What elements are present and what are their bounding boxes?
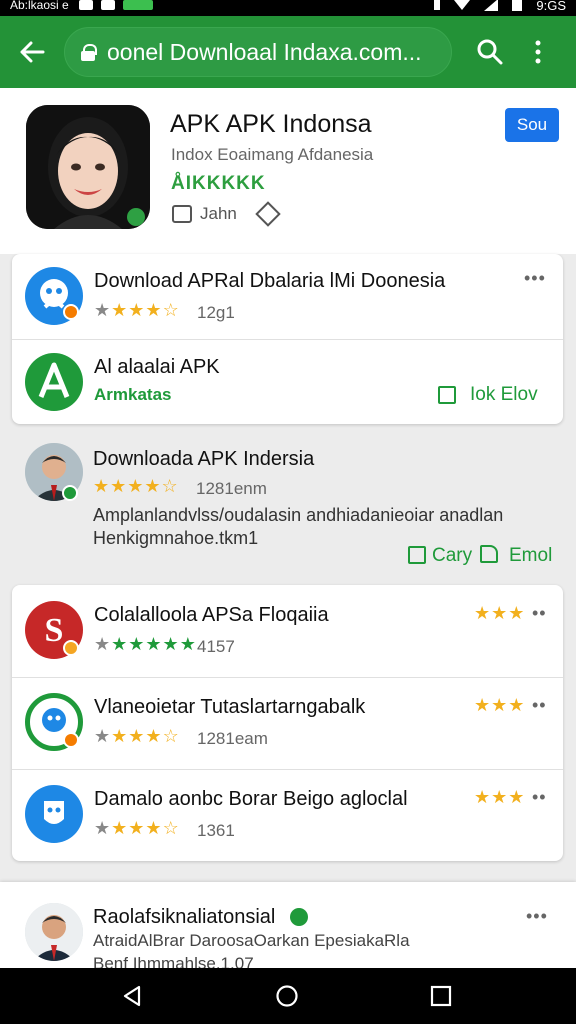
signal-icon (484, 0, 499, 11)
list-item[interactable]: Al alaalai APK Armkatas Iok Elov (12, 339, 563, 424)
list-item[interactable]: Damalo aonbc Borar Beigo agloclal ★★★★☆ … (12, 769, 563, 861)
item-title: Download APRal Dbalaria lMi Doonesia (94, 270, 446, 292)
notification-icon (100, 0, 115, 10)
list-card: Download APRal Dbalaria lMi Doonesia ★★★… (12, 254, 563, 424)
item-description: AtraidAlBrar DaroosaOarkan EpesiakaRla (93, 931, 410, 950)
svg-text:S: S (45, 612, 64, 649)
item-title: Colalalloola APSa Floqaiia (94, 604, 329, 626)
url-bar[interactable]: oonel Downloaal Indaxa.com... (64, 27, 452, 77)
vibrate-icon (434, 0, 441, 10)
notification-icons (78, 0, 153, 10)
bottom-item[interactable]: Raolafsiknaliatonsial AtraidAlBrar Daroo… (0, 882, 576, 968)
app-meta: Jahn (172, 201, 281, 227)
star-rating: ★★★★☆ (94, 818, 180, 838)
mini-rating: ★★★ (474, 603, 526, 623)
avatar (25, 903, 83, 961)
verified-icon (290, 908, 308, 926)
app-rating: ÅIKKKKK (171, 173, 266, 194)
rating-count: 1361 (197, 821, 235, 840)
lock-icon (81, 44, 97, 61)
home-nav-icon[interactable] (257, 968, 317, 1024)
tag-icon (255, 201, 281, 227)
search-icon[interactable] (460, 16, 520, 88)
calendar-icon (172, 205, 192, 223)
system-nav-bar (0, 968, 576, 1024)
carrier-label: Ab:lkaosi e (10, 0, 69, 12)
battery-icon (512, 0, 523, 11)
item-title: Al alaalai APK (94, 356, 220, 378)
item-title: Damalo aonbc Borar Beigo agloclal (94, 788, 408, 810)
item-description: Amplanlandvlss/oudalasin andhiadanieoiar… (93, 504, 503, 550)
app-header: APK APK Indonsa Indox Eoaimang Afdanesia… (0, 88, 576, 254)
copy-action[interactable]: Cary (432, 545, 472, 567)
list-item[interactable]: S Colalalloola APSa Floqaiia ★★★★★★ 4157… (12, 585, 563, 677)
more-vert-icon[interactable] (520, 16, 556, 88)
star-rating: ★★★★★★ (94, 634, 197, 654)
clock: 9:GS (536, 0, 566, 13)
more-options-icon[interactable]: ••• (526, 906, 548, 927)
item-subtitle: Armkatas (94, 385, 172, 404)
rating-count: 12g1 (197, 303, 235, 322)
description-line: Amplanlandvlss/oudalasin andhiadanieoiar… (93, 505, 504, 525)
more-options-icon[interactable]: •• (532, 787, 547, 808)
verified-badge (63, 732, 79, 748)
app-bar: oonel Downloaal Indaxa.com... (0, 16, 576, 88)
app-list-icon (25, 785, 83, 843)
more-options-icon[interactable]: •• (532, 695, 547, 716)
back-arrow-icon[interactable] (0, 16, 64, 88)
app-icon[interactable] (26, 105, 150, 229)
mini-rating: ★★★ (474, 787, 526, 807)
url-text: oonel Downloaal Indaxa.com... (107, 38, 422, 65)
back-nav-icon[interactable] (102, 968, 162, 1024)
item-description: Benf Ihmmahlse.1.07 (93, 954, 254, 968)
header-button[interactable]: Sou (505, 108, 559, 142)
star-rating: ★★★★☆ (93, 476, 179, 496)
app-notification-icon (122, 0, 153, 10)
verified-badge (63, 304, 79, 320)
item-title: Vlaneoietar Tutaslartarngabalk (94, 696, 366, 718)
verified-badge (63, 640, 79, 656)
star-rating: ★★★★☆ (94, 726, 180, 746)
more-options-icon[interactable]: •• (532, 603, 547, 624)
meta-label: Jahn (200, 204, 237, 223)
divider (12, 339, 563, 340)
rating-count: 1281enm (196, 479, 267, 498)
rating-count: 4157 (197, 637, 235, 656)
action-label[interactable]: Iok Elov (470, 384, 538, 406)
notification-icon (78, 0, 93, 10)
rating-count: 1281eam (197, 729, 268, 748)
verified-badge (62, 485, 78, 501)
more-options-icon[interactable]: ••• (524, 268, 546, 289)
star-rating: ★★★★☆ (94, 300, 180, 320)
folder-icon[interactable] (438, 386, 456, 404)
mini-rating: ★★★ (474, 695, 526, 715)
app-list-icon (25, 353, 83, 411)
list-card: S Colalalloola APSa Floqaiia ★★★★★★ 4157… (12, 585, 563, 861)
copy-icon[interactable] (408, 546, 426, 564)
app-subtitle: Indox Eoaimang Afdanesia (171, 145, 374, 164)
status-bar: Ab:lkaosi e 9:GS (0, 0, 576, 16)
item-title: Downloada APK Indersia (93, 448, 315, 470)
app-title: APK APK Indonsa (170, 110, 372, 138)
email-action[interactable]: Emol (509, 545, 552, 567)
item-title: Raolafsiknaliatonsial (93, 906, 276, 928)
featured-item[interactable]: Downloada APK Indersia ★★★★☆ 1281enm Amp… (0, 432, 576, 582)
wifi-icon (454, 0, 471, 10)
recents-nav-icon[interactable] (411, 968, 471, 1024)
list-item[interactable]: Download APRal Dbalaria lMi Doonesia ★★★… (12, 254, 563, 339)
list-item[interactable]: Vlaneoietar Tutaslartarngabalk ★★★★☆ 128… (12, 677, 563, 769)
thumbs-up-icon[interactable] (480, 545, 498, 563)
